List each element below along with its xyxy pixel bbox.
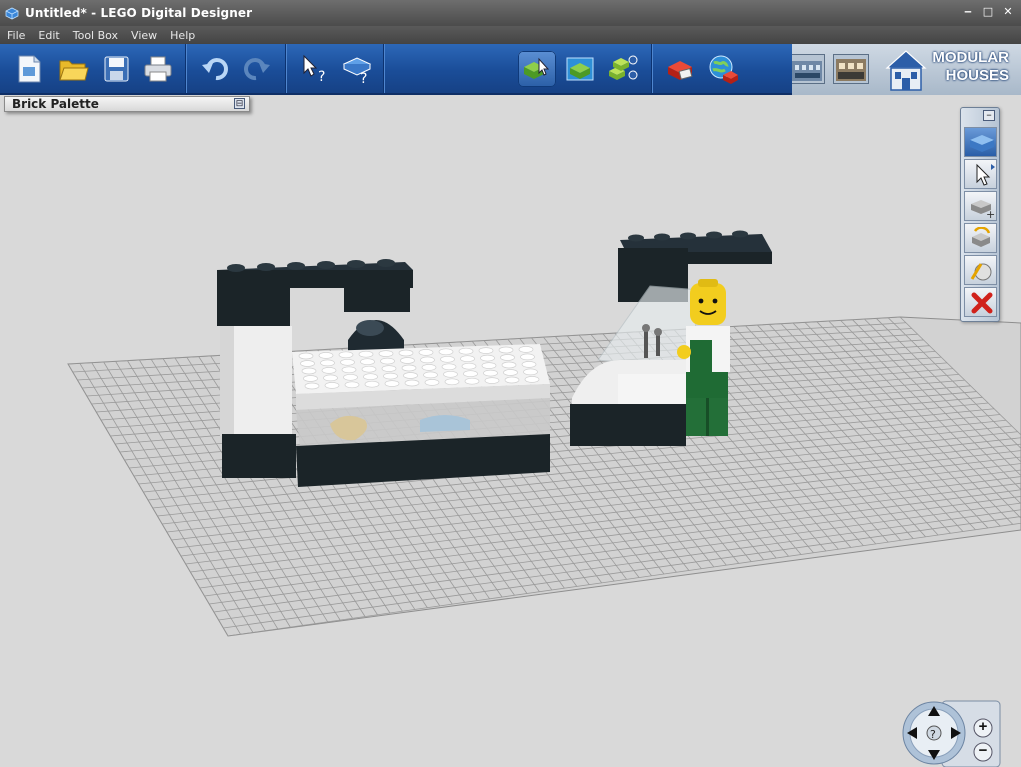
save-button[interactable]	[97, 51, 135, 87]
title-bar[interactable]: Untitled* - LEGO Digital Designer ‒ □ ✕	[0, 0, 1021, 26]
brick-icon	[970, 135, 994, 152]
redo-icon	[244, 58, 270, 81]
svg-text:?: ?	[318, 69, 325, 85]
menu-bar: File Edit Tool Box View Help	[0, 26, 1021, 44]
menu-edit[interactable]: Edit	[31, 29, 65, 42]
3d-viewport[interactable]	[0, 95, 1021, 767]
building-icon	[836, 59, 866, 81]
order-bricks-icon	[668, 61, 693, 80]
clone-icon: +	[971, 200, 995, 219]
share-online-button[interactable]	[704, 51, 742, 87]
toolbar-group-help: ? ?	[286, 44, 384, 93]
tool-select[interactable]	[964, 159, 997, 189]
lego-app-icon	[5, 7, 19, 20]
view-mode-icon	[566, 57, 594, 81]
building-guide-button[interactable]	[604, 51, 642, 87]
theme-title-line2: HOUSES	[945, 67, 1009, 84]
open-folder-icon	[59, 60, 89, 81]
open-button[interactable]	[54, 51, 92, 87]
menu-view[interactable]: View	[124, 29, 163, 42]
new-button[interactable]	[10, 51, 48, 87]
reset-view-icon[interactable]: ?	[930, 728, 936, 741]
toolbox-minimize-button[interactable]: −	[983, 110, 995, 121]
building-guide-icon	[609, 55, 638, 80]
share-online-icon	[709, 55, 738, 84]
camera-navigation: ? + −	[902, 700, 1003, 767]
zoom-out-button[interactable]: −	[976, 742, 990, 759]
paint-icon	[970, 263, 992, 281]
delete-icon	[971, 292, 993, 314]
toolbar-group-history	[186, 44, 286, 93]
toolbox-panel: − +	[960, 107, 1000, 322]
menu-toolbox[interactable]: Tool Box	[66, 29, 124, 42]
order-bricks-button[interactable]	[662, 51, 700, 87]
select-help-icon: ?	[303, 54, 325, 85]
brick-palette[interactable]: Brick Palette ⊟	[4, 96, 250, 112]
theme-title-line1: MODULAR	[932, 49, 1009, 66]
maximize-button[interactable]: □	[981, 4, 995, 20]
window-title: Untitled* - LEGO Digital Designer	[25, 6, 253, 20]
select-arrow-icon	[976, 163, 995, 186]
theme-thumb-1[interactable]	[789, 54, 825, 84]
tool-hinge[interactable]	[964, 223, 997, 253]
hinge-icon	[972, 227, 991, 247]
undo-icon	[202, 58, 228, 81]
menu-help[interactable]: Help	[163, 29, 201, 42]
svg-text:+: +	[986, 208, 995, 219]
svg-text:?: ?	[360, 71, 367, 85]
select-help-button[interactable]: ?	[296, 51, 334, 87]
toolbar-blue-area: ? ?	[0, 44, 792, 95]
toolbar-group-share	[652, 44, 780, 93]
theme-thumb-2[interactable]	[833, 54, 869, 84]
tool-paint[interactable]	[964, 255, 997, 285]
redo-button[interactable]	[238, 51, 276, 87]
brick-help-button[interactable]: ?	[338, 51, 376, 87]
toolbar-group-modes	[384, 44, 652, 93]
zoom-in-button[interactable]: +	[976, 718, 990, 735]
app-window: Untitled* - LEGO Digital Designer ‒ □ ✕ …	[0, 0, 1021, 767]
build-mode-icon	[524, 57, 550, 79]
building-icon	[792, 61, 822, 81]
undo-button[interactable]	[196, 51, 234, 87]
theme-title[interactable]: MODULAR HOUSES	[927, 49, 1009, 85]
build-mode-button[interactable]	[518, 51, 556, 87]
main-toolbar: ? ? MODULAR HOUSES	[0, 44, 1021, 95]
view-mode-button[interactable]	[561, 51, 599, 87]
minimize-button[interactable]: ‒	[961, 4, 975, 20]
print-button[interactable]	[139, 51, 177, 87]
new-file-icon	[18, 55, 41, 83]
menu-file[interactable]: File	[0, 29, 31, 42]
save-icon	[104, 56, 129, 82]
modular-house-icon[interactable]	[883, 48, 929, 92]
tool-clone[interactable]: +	[964, 191, 997, 221]
brick-help-icon: ?	[342, 57, 372, 85]
tool-brick[interactable]	[964, 127, 997, 157]
close-button[interactable]: ✕	[1001, 4, 1015, 20]
tool-delete[interactable]	[964, 287, 997, 317]
brick-palette-label: Brick Palette	[12, 97, 99, 111]
palette-expand-button[interactable]: ⊟	[234, 98, 245, 109]
print-icon	[144, 56, 172, 82]
toolbar-group-file	[0, 44, 186, 93]
